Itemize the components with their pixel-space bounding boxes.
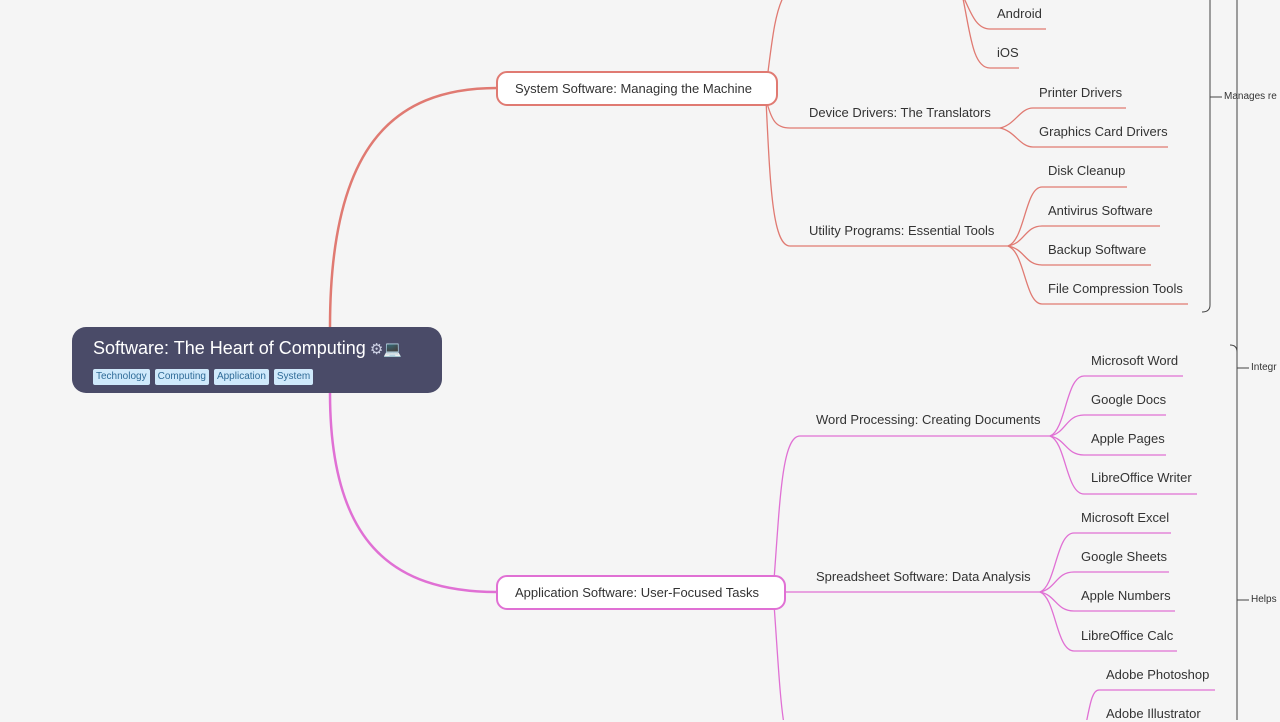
connector-root-application [328, 392, 498, 594]
root-title: Software: The Heart of Computing [93, 338, 366, 358]
node-apple-numbers[interactable]: Apple Numbers [1081, 588, 1171, 604]
gear-laptop-icon: ⚙💻 [369, 341, 402, 358]
node-system-software[interactable]: System Software: Managing the Machine [496, 71, 778, 106]
relation-label-integr[interactable]: Integr [1251, 362, 1277, 374]
relation-bracket-1 [1201, 0, 1211, 313]
node-backup-software[interactable]: Backup Software [1048, 242, 1146, 258]
node-graphics-card-drivers[interactable]: Graphics Card Drivers [1039, 124, 1168, 140]
node-microsoft-word[interactable]: Microsoft Word [1091, 353, 1178, 369]
tag-application[interactable]: Application [213, 369, 269, 385]
node-antivirus-software[interactable]: Antivirus Software [1048, 203, 1153, 219]
node-libreoffice-calc[interactable]: LibreOffice Calc [1081, 628, 1173, 644]
node-microsoft-excel[interactable]: Microsoft Excel [1081, 510, 1169, 526]
node-android[interactable]: Android [997, 6, 1042, 22]
node-apple-pages[interactable]: Apple Pages [1091, 431, 1165, 447]
connector-root-system [328, 86, 498, 328]
node-printer-drivers[interactable]: Printer Drivers [1039, 85, 1122, 101]
tag-list: Technology Computing Application System [93, 369, 442, 385]
node-application-software[interactable]: Application Software: User-Focused Tasks [496, 575, 786, 610]
relation-label-helps[interactable]: Helps [1251, 594, 1277, 606]
relation-label-manages[interactable]: Manages re [1224, 91, 1277, 103]
root-node[interactable]: Software: The Heart of Computing ⚙💻 Techn… [72, 327, 442, 393]
tag-system[interactable]: System [273, 369, 314, 385]
node-utility-programs[interactable]: Utility Programs: Essential Tools [809, 223, 994, 239]
node-file-compression-tools[interactable]: File Compression Tools [1048, 281, 1183, 297]
tag-computing[interactable]: Computing [154, 369, 209, 385]
node-word-processing[interactable]: Word Processing: Creating Documents [816, 412, 1040, 428]
connector-app-word [773, 435, 1050, 581]
node-device-drivers[interactable]: Device Drivers: The Translators [809, 105, 991, 121]
node-system-software-label: System Software: Managing the Machine [515, 81, 753, 96]
node-google-sheets[interactable]: Google Sheets [1081, 549, 1167, 565]
node-google-docs[interactable]: Google Docs [1091, 392, 1166, 408]
node-adobe-photoshop[interactable]: Adobe Photoshop [1106, 667, 1209, 683]
node-spreadsheet-software[interactable]: Spreadsheet Software: Data Analysis [816, 569, 1031, 585]
node-libreoffice-writer[interactable]: LibreOffice Writer [1091, 470, 1192, 486]
node-disk-cleanup[interactable]: Disk Cleanup [1048, 163, 1125, 179]
tag-technology[interactable]: Technology [93, 369, 150, 385]
connector-app-graphics [773, 603, 785, 720]
relation-bracket-3 [1229, 344, 1238, 353]
node-application-software-label: Application Software: User-Focused Tasks [515, 585, 759, 600]
node-ios[interactable]: iOS [997, 45, 1019, 61]
